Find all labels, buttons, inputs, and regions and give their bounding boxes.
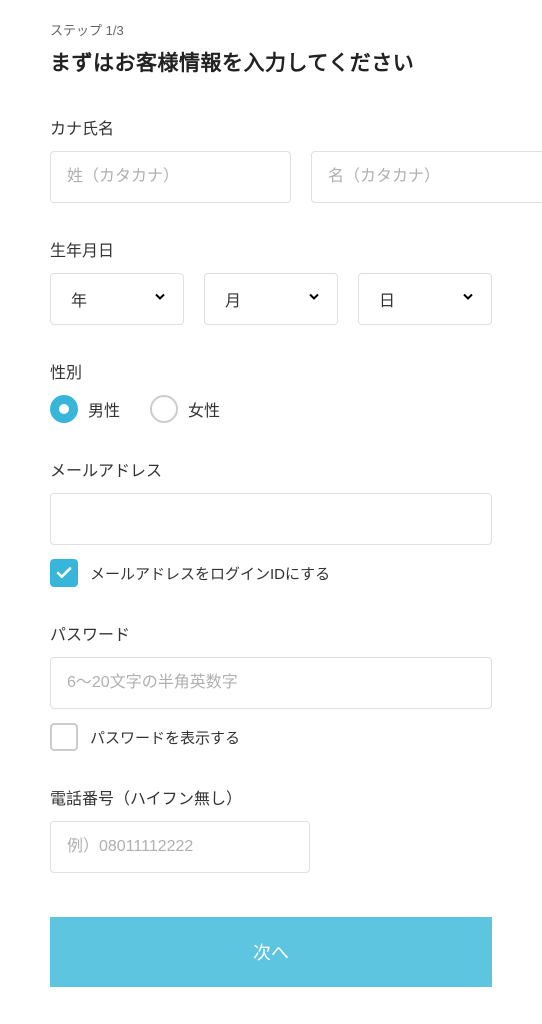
next-button[interactable]: 次へ xyxy=(50,917,492,987)
day-select-value: 日 xyxy=(379,293,395,310)
gender-female-radio[interactable]: 女性 xyxy=(150,395,220,423)
email-input[interactable] xyxy=(50,493,492,545)
show-password-label: パスワードを表示する xyxy=(90,727,240,748)
gender-male-label: 男性 xyxy=(88,397,120,421)
birthdate-group: 生年月日 年 月 日 xyxy=(50,237,492,325)
phone-input[interactable] xyxy=(50,821,310,873)
show-password-checkbox[interactable]: パスワードを表示する xyxy=(50,723,492,751)
gender-label: 性別 xyxy=(50,359,492,383)
year-select[interactable]: 年 xyxy=(50,273,184,325)
name-label: カナ氏名 xyxy=(50,115,492,139)
month-select-value: 月 xyxy=(225,293,241,310)
email-label: メールアドレス xyxy=(50,457,492,481)
surname-input[interactable] xyxy=(50,151,291,203)
gender-female-label: 女性 xyxy=(188,397,220,421)
birthdate-label: 生年月日 xyxy=(50,237,492,261)
check-icon xyxy=(50,559,78,587)
phone-label: 電話番号（ハイフン無し） xyxy=(50,785,492,809)
gender-male-radio[interactable]: 男性 xyxy=(50,395,120,423)
radio-selected-icon xyxy=(50,395,78,423)
firstname-input[interactable] xyxy=(311,151,542,203)
step-indicator: ステップ 1/3 xyxy=(50,20,492,39)
password-group: パスワード パスワードを表示する xyxy=(50,621,492,751)
page-title: まずはお客様情報を入力してください xyxy=(50,47,492,77)
email-group: メールアドレス メールアドレスをログインIDにする xyxy=(50,457,492,587)
year-select-value: 年 xyxy=(71,293,87,310)
checkbox-empty-icon xyxy=(50,723,78,751)
gender-group: 性別 男性 女性 xyxy=(50,359,492,423)
password-input[interactable] xyxy=(50,657,492,709)
month-select[interactable]: 月 xyxy=(204,273,338,325)
phone-group: 電話番号（ハイフン無し） xyxy=(50,785,492,873)
radio-unselected-icon xyxy=(150,395,178,423)
day-select[interactable]: 日 xyxy=(358,273,492,325)
email-as-login-checkbox[interactable]: メールアドレスをログインIDにする xyxy=(50,559,492,587)
email-as-login-label: メールアドレスをログインIDにする xyxy=(90,563,330,584)
name-group: カナ氏名 xyxy=(50,115,492,203)
password-label: パスワード xyxy=(50,621,492,645)
